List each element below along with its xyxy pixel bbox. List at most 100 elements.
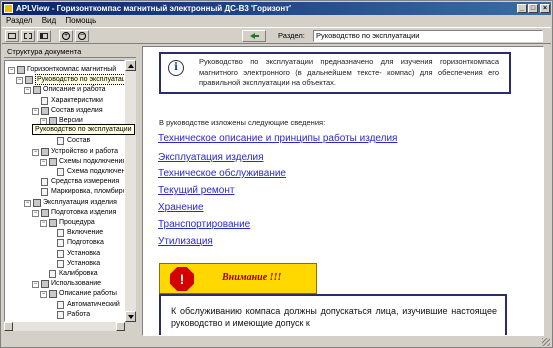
tree-node-label: Маркировка, пломбирование bbox=[51, 188, 124, 196]
book-icon bbox=[41, 147, 49, 156]
collapse-icon[interactable]: − bbox=[40, 291, 47, 299]
app-icon bbox=[4, 4, 13, 13]
content-pane: i Руководство по эксплуатации предназнач… bbox=[142, 46, 544, 336]
link-transportation[interactable]: Транспортирование bbox=[158, 219, 250, 230]
collapse-icon[interactable]: − bbox=[32, 107, 39, 115]
minimize-button[interactable]: _ bbox=[517, 4, 527, 13]
menu-bar: Раздел Вид Помощь bbox=[2, 15, 551, 26]
book-icon bbox=[17, 66, 25, 74]
collapse-icon[interactable]: − bbox=[40, 220, 47, 227]
collapse-icon[interactable]: − bbox=[8, 67, 15, 74]
pane-splitter[interactable] bbox=[137, 46, 141, 331]
resize-grip-icon[interactable] bbox=[542, 338, 550, 346]
tree-node-label: Состав bbox=[67, 137, 91, 145]
page-icon bbox=[41, 188, 48, 197]
back-button[interactable] bbox=[242, 30, 266, 42]
tree-vertical-scrollbar[interactable] bbox=[125, 60, 136, 322]
collapse-icon[interactable]: − bbox=[32, 209, 39, 217]
info-text: Руководство по эксплуатации предназначен… bbox=[199, 57, 499, 87]
collapse-icon[interactable]: − bbox=[32, 148, 39, 156]
tree-node-label: Схемы подключения bbox=[59, 157, 125, 165]
tree-node-label: Руководство по эксплуатации bbox=[35, 74, 124, 86]
close-button[interactable]: × bbox=[540, 4, 550, 13]
tree-node-label: Использование bbox=[51, 280, 102, 288]
menu-item-section[interactable]: Раздел bbox=[6, 15, 32, 26]
book-icon bbox=[49, 290, 57, 299]
tree-node-label: Калибровка bbox=[59, 270, 98, 277]
book-icon bbox=[33, 86, 41, 95]
zoom-out-icon: − bbox=[78, 32, 86, 40]
collapse-icon[interactable]: − bbox=[40, 158, 47, 166]
page-icon bbox=[49, 270, 56, 278]
tree-node-label: Подготовка bbox=[67, 239, 104, 247]
link-operation[interactable]: Эксплуатация изделия bbox=[158, 152, 264, 163]
tree-horizontal-scrollbar[interactable] bbox=[4, 322, 125, 331]
maximize-button[interactable]: □ bbox=[528, 4, 538, 13]
status-bar bbox=[2, 337, 551, 347]
zoom-in-button[interactable]: + bbox=[59, 30, 73, 42]
book-icon bbox=[41, 106, 49, 115]
link-technical-description[interactable]: Техническое описание и принципы работы и… bbox=[158, 133, 397, 144]
book-icon bbox=[49, 219, 57, 227]
stop-sign-icon: ! bbox=[170, 267, 194, 291]
tree-node-label: Установка bbox=[67, 259, 101, 267]
scroll-down-button[interactable] bbox=[125, 311, 136, 322]
scroll-up-icon bbox=[128, 64, 134, 68]
tree-node-label: Эксплуатация изделия bbox=[43, 198, 117, 206]
link-disposal[interactable]: Утилизация bbox=[158, 236, 213, 247]
collapse-icon[interactable]: − bbox=[24, 199, 31, 207]
scroll-down-icon bbox=[128, 315, 134, 319]
content-scrollbar[interactable] bbox=[544, 46, 552, 336]
warning-box: К обслуживанию компаса должны допускатьс… bbox=[159, 294, 507, 335]
scroll-up-button[interactable] bbox=[125, 60, 136, 71]
tree-node-label: Процедура bbox=[59, 219, 95, 226]
book-icon bbox=[33, 198, 41, 207]
link-storage[interactable]: Хранение bbox=[158, 202, 204, 213]
warning-title: Внимание !!! bbox=[222, 272, 282, 283]
document-tree[interactable]: − Горизонткомпас магнитный − Руководство по… bbox=[4, 60, 125, 322]
intro-text: В руководстве изложены следующие сведени… bbox=[159, 118, 326, 127]
warning-banner: ! Внимание !!! bbox=[159, 263, 317, 294]
tree-node-label: Устройство и работа bbox=[51, 147, 118, 155]
page-icon bbox=[57, 310, 64, 319]
panel-right-button[interactable] bbox=[37, 30, 51, 42]
page-icon bbox=[57, 229, 64, 238]
panel-toggle-button[interactable] bbox=[5, 30, 19, 42]
page-icon bbox=[57, 168, 64, 176]
toolbar: + − Раздел: Руководство по эксплуатации bbox=[2, 27, 551, 44]
tree-node-label: Средства измерения bbox=[51, 178, 120, 186]
link-repair[interactable]: Текущий ремонт bbox=[158, 185, 234, 196]
book-icon bbox=[41, 280, 49, 289]
section-label: Раздел: bbox=[278, 31, 305, 40]
title-bar[interactable]: APLView - Горизонткомпас магнитный элект… bbox=[2, 2, 551, 15]
tree-node-label: Состав изделия bbox=[51, 106, 103, 114]
tree-node-label: Подготовка изделия bbox=[51, 208, 117, 216]
menu-item-view[interactable]: Вид bbox=[42, 15, 56, 26]
book-icon bbox=[25, 76, 33, 85]
info-icon: i bbox=[168, 60, 184, 76]
panel-icon bbox=[8, 33, 16, 39]
book-icon bbox=[41, 208, 49, 217]
page-icon bbox=[57, 137, 64, 146]
tree-node-label: Работа bbox=[67, 310, 91, 318]
page-icon bbox=[57, 249, 64, 258]
warning-text: К обслуживанию компаса должны допускатьс… bbox=[171, 306, 497, 328]
tree-node-label: Установка bbox=[67, 249, 101, 257]
scroll-left-button[interactable] bbox=[4, 322, 13, 331]
collapse-icon[interactable]: − bbox=[32, 281, 39, 289]
collapse-icon[interactable]: − bbox=[24, 87, 31, 95]
page-icon bbox=[41, 96, 48, 105]
tree-node-label: Схема подключения bbox=[67, 168, 125, 175]
collapse-icon[interactable]: − bbox=[16, 77, 23, 85]
back-arrow-shaft bbox=[254, 35, 259, 37]
scroll-right-button[interactable] bbox=[116, 322, 125, 331]
zoom-out-button[interactable]: − bbox=[75, 30, 89, 42]
list-view-button[interactable] bbox=[21, 30, 35, 42]
section-field[interactable]: Руководство по эксплуатации bbox=[313, 30, 543, 42]
tree-node-label: Описание работы bbox=[59, 290, 117, 298]
page-icon bbox=[57, 239, 64, 248]
link-maintenance[interactable]: Техническое обслуживание bbox=[158, 168, 286, 179]
menu-item-help[interactable]: Помощь bbox=[65, 15, 96, 26]
page-icon bbox=[57, 259, 64, 268]
app-window: APLView - Горизонткомпас магнитный элект… bbox=[0, 0, 553, 348]
